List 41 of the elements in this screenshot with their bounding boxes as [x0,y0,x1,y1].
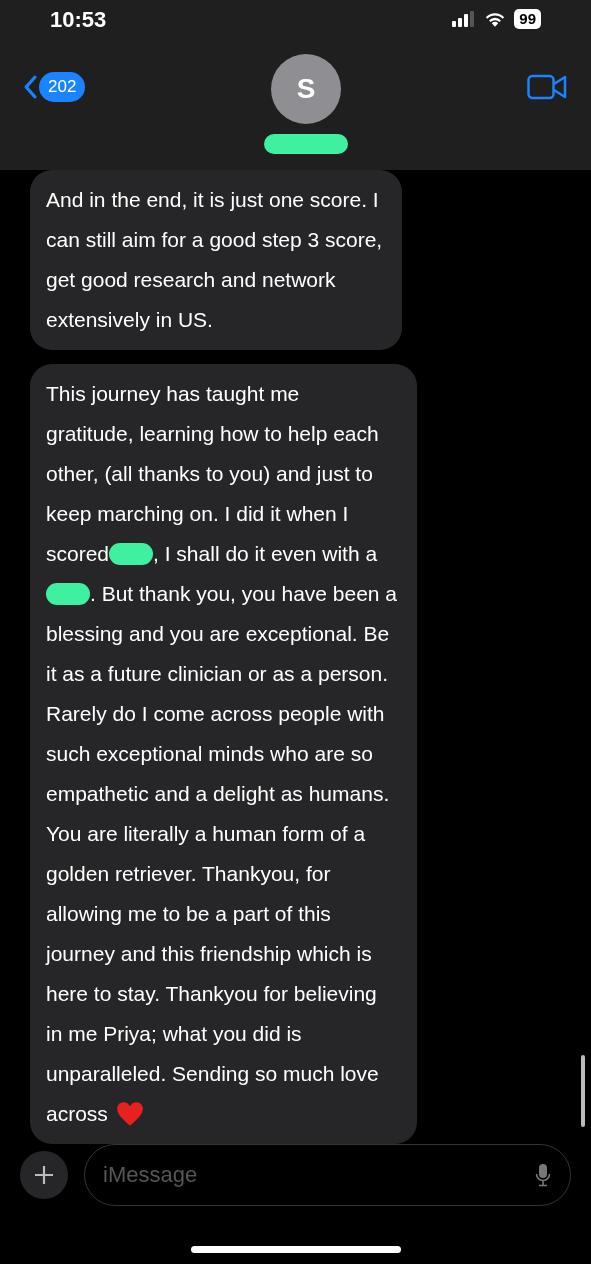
message-text: such exceptional minds who are so [46,741,373,767]
message-text: You are literally a human form of a [46,821,366,847]
message-text: And in the end, it is just one score. I [46,187,379,213]
message-text: keep marching on. I did it when I [46,501,349,527]
battery-indicator: 99 [514,9,541,29]
message-text: across [46,1101,108,1127]
scroll-bar [581,1055,585,1127]
message-text: here to stay. Thankyou for believing [46,981,377,1007]
redaction-scribble [46,583,90,605]
add-button[interactable] [20,1151,68,1199]
message-text: journey and this friendship which is [46,941,372,967]
message-input-field[interactable]: iMessage [84,1144,571,1206]
back-chevron-icon [24,75,37,99]
message-text: allowing me to be a part of this [46,901,331,927]
signal-icon [452,11,477,27]
message-text: extensively in US. [46,307,213,333]
message-text: blessing and you are exceptional. Be [46,621,390,647]
wifi-icon [484,10,507,28]
message-text: . But thank you, you have been a [90,581,398,607]
microphone-icon[interactable] [535,1163,551,1187]
message-text: golden retriever. Thankyou, for [46,861,331,887]
message-text: scored [46,541,110,567]
message-text: in me Priya; what you did is [46,1021,302,1047]
message-text: gratitude, learning how to help each [46,421,379,447]
back-button[interactable]: 202 [24,72,86,102]
message-text: empathetic and a delight as humans. [46,781,390,807]
message-text: Rarely do I come across people with [46,701,385,727]
contact-avatar[interactable]: S [271,54,342,124]
plus-icon [34,1165,54,1185]
message-text: This journey has taught me [46,381,300,407]
message-text: it as a future clinician or as a person. [46,661,388,687]
message-text: get good research and network [46,267,336,293]
heart-icon [115,1101,144,1127]
message-text: , I shall do it even with a [153,541,378,567]
message-text: other, (all thanks to you) and just to [46,461,373,487]
message-text: unparalleled. Sending so much love [46,1061,379,1087]
status-time: 10:53 [50,5,107,34]
redaction-scribble [109,543,154,565]
unread-count-badge: 202 [39,72,86,102]
message-text: can still aim for a good step 3 score, [46,227,383,253]
video-camera-icon[interactable] [527,74,567,100]
